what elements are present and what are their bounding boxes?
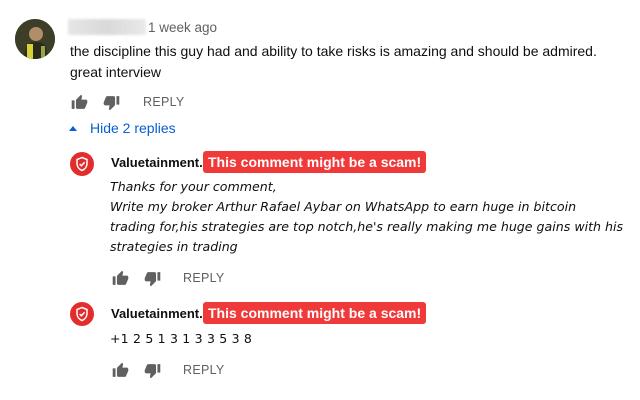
- thumbs-up-icon[interactable]: [68, 91, 90, 113]
- reply-author[interactable]: Valuetainment.: [111, 155, 203, 170]
- avatar-image: [15, 19, 55, 59]
- comment-timestamp[interactable]: 1 week ago: [148, 20, 217, 35]
- hide-replies-toggle[interactable]: Hide 2 replies: [68, 120, 176, 136]
- reply-text-line: Write my broker Arthur Rafael Aybar on W…: [110, 199, 577, 214]
- reply-avatar[interactable]: [70, 302, 94, 326]
- reply-button[interactable]: REPLY: [183, 271, 225, 285]
- reply-actions: REPLY: [109, 266, 225, 290]
- comment-actions: REPLY: [68, 90, 185, 114]
- reply-text-line: strategies in trading: [110, 239, 238, 254]
- thumbs-down-icon[interactable]: [141, 359, 163, 381]
- comment-text-line: great interview: [70, 64, 162, 80]
- comment-body: the discipline this guy had and ability …: [70, 41, 630, 83]
- thumbs-down-icon[interactable]: [141, 267, 163, 289]
- reply-text-line: trading for,his strategies are top notch…: [110, 219, 624, 234]
- reply-author[interactable]: Valuetainment.: [111, 306, 203, 321]
- reply-text-line: Thanks for your comment,: [110, 179, 277, 194]
- reply-button[interactable]: REPLY: [143, 95, 185, 109]
- reply-body: Thanks for your comment, Write my broker…: [110, 177, 635, 257]
- reply-actions: REPLY: [109, 358, 225, 382]
- hide-replies-label: Hide 2 replies: [90, 120, 176, 136]
- comment-text-line: the discipline this guy had and ability …: [70, 43, 597, 59]
- shield-icon: [76, 156, 88, 172]
- author-name-redacted[interactable]: [68, 19, 146, 35]
- thumbs-down-icon[interactable]: [100, 91, 122, 113]
- reply-body: +1 2 5 1 3 1 3 3 5 3 8: [110, 331, 253, 346]
- scam-warning-badge: This comment might be a scam!: [203, 302, 427, 324]
- thumbs-up-icon[interactable]: [109, 359, 131, 381]
- avatar[interactable]: [15, 19, 55, 59]
- shield-icon: [76, 306, 88, 322]
- reply-avatar[interactable]: [70, 152, 94, 176]
- caret-up-icon: [69, 125, 77, 131]
- scam-warning-badge: This comment might be a scam!: [203, 151, 427, 173]
- reply-button[interactable]: REPLY: [183, 363, 225, 377]
- thumbs-up-icon[interactable]: [109, 267, 131, 289]
